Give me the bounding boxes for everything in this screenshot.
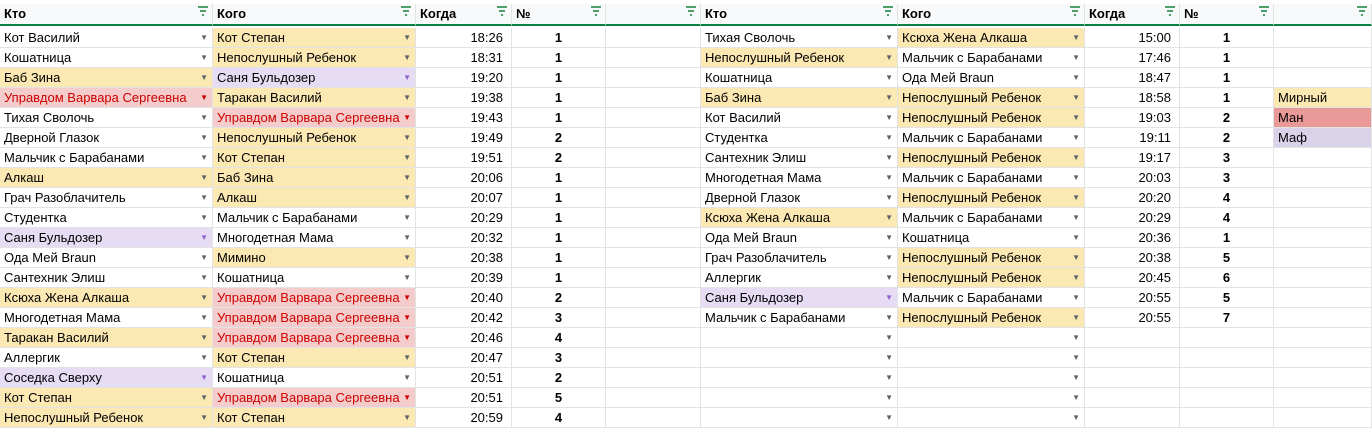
empty-cell[interactable] bbox=[1274, 248, 1372, 268]
header-cell-who[interactable]: Кто bbox=[701, 4, 898, 26]
legend-label: Ман bbox=[1278, 110, 1304, 125]
empty-cell[interactable] bbox=[606, 388, 701, 408]
header-label: Кого bbox=[902, 6, 932, 21]
empty-cell[interactable] bbox=[1274, 268, 1372, 288]
gap-row bbox=[0, 228, 1372, 248]
header-label: Когда bbox=[420, 6, 457, 21]
empty-cell[interactable] bbox=[1274, 28, 1372, 48]
empty-cell[interactable] bbox=[606, 228, 701, 248]
filter-icon[interactable] bbox=[883, 4, 893, 24]
empty-cell[interactable] bbox=[1274, 288, 1372, 308]
gap-row bbox=[0, 48, 1372, 68]
empty-cell[interactable] bbox=[1274, 328, 1372, 348]
filter-icon[interactable] bbox=[198, 4, 208, 24]
header-cell-num[interactable]: № bbox=[1180, 4, 1274, 26]
empty-cell[interactable] bbox=[1274, 68, 1372, 88]
header-cell-when[interactable]: Когда bbox=[1085, 4, 1180, 26]
empty-cell[interactable] bbox=[1274, 388, 1372, 408]
gap-row bbox=[0, 308, 1372, 328]
empty-cell[interactable] bbox=[606, 268, 701, 288]
gap-row bbox=[0, 388, 1372, 408]
gap-row bbox=[0, 408, 1372, 428]
empty-cell[interactable] bbox=[1274, 148, 1372, 168]
legend-item: Мирный bbox=[1274, 88, 1372, 108]
spreadsheet: Кто Кого Когда № Кто Кого Когда № Кот Василий ▼ Ко… bbox=[0, 0, 1372, 432]
gap-row: Ман bbox=[0, 108, 1372, 128]
empty-cell[interactable] bbox=[606, 88, 701, 108]
gap-row bbox=[0, 328, 1372, 348]
empty-cell[interactable] bbox=[606, 108, 701, 128]
empty-cell[interactable] bbox=[1274, 48, 1372, 68]
header-label: Кого bbox=[217, 6, 247, 21]
header-cell-when[interactable]: Когда bbox=[416, 4, 512, 26]
empty-cell[interactable] bbox=[606, 48, 701, 68]
empty-cell[interactable] bbox=[1274, 168, 1372, 188]
header-row: Кто Кого Когда № Кто Кого Когда № bbox=[0, 4, 1372, 26]
empty-cell[interactable] bbox=[606, 68, 701, 88]
header-cell-num[interactable]: № bbox=[512, 4, 606, 26]
gap-row bbox=[0, 28, 1372, 48]
gap-row bbox=[0, 348, 1372, 368]
legend-label: Мирный bbox=[1278, 90, 1328, 105]
empty-cell[interactable] bbox=[606, 288, 701, 308]
filter-icon[interactable] bbox=[401, 4, 411, 24]
empty-cell[interactable] bbox=[606, 408, 701, 428]
filter-icon[interactable] bbox=[591, 4, 601, 24]
legend-item: Маф bbox=[1274, 128, 1372, 148]
header-label: № bbox=[1184, 6, 1199, 21]
gap-row bbox=[0, 208, 1372, 228]
empty-cell[interactable] bbox=[1274, 368, 1372, 388]
empty-cell[interactable] bbox=[606, 348, 701, 368]
legend-label: Маф bbox=[1278, 130, 1307, 145]
filter-icon[interactable] bbox=[1357, 4, 1367, 24]
header-cell-who[interactable]: Кто bbox=[0, 4, 213, 26]
gap-row bbox=[0, 148, 1372, 168]
filter-icon[interactable] bbox=[497, 4, 507, 24]
empty-cell[interactable] bbox=[606, 128, 701, 148]
empty-cell[interactable] bbox=[606, 148, 701, 168]
header-cell-blank[interactable] bbox=[606, 4, 701, 26]
gap-row bbox=[0, 168, 1372, 188]
gap-row bbox=[0, 188, 1372, 208]
empty-cell[interactable] bbox=[1274, 408, 1372, 428]
empty-cell[interactable] bbox=[606, 168, 701, 188]
empty-cell[interactable] bbox=[1274, 308, 1372, 328]
gap-row: Маф bbox=[0, 128, 1372, 148]
header-label: № bbox=[516, 6, 531, 21]
filter-icon[interactable] bbox=[686, 4, 696, 24]
header-label: Кто bbox=[705, 6, 728, 21]
header-cell-whom[interactable]: Кого bbox=[213, 4, 416, 26]
empty-cell[interactable] bbox=[1274, 348, 1372, 368]
empty-cell[interactable] bbox=[606, 308, 701, 328]
empty-cell[interactable] bbox=[1274, 188, 1372, 208]
empty-cell[interactable] bbox=[606, 328, 701, 348]
filter-icon[interactable] bbox=[1259, 4, 1269, 24]
header-cell-blank[interactable] bbox=[1274, 4, 1372, 26]
header-cell-whom[interactable]: Кого bbox=[898, 4, 1085, 26]
gap-row bbox=[0, 68, 1372, 88]
empty-cell[interactable] bbox=[1274, 208, 1372, 228]
empty-cell[interactable] bbox=[606, 188, 701, 208]
gap-row bbox=[0, 268, 1372, 288]
empty-cell[interactable] bbox=[606, 208, 701, 228]
gap-row bbox=[0, 248, 1372, 268]
empty-cell[interactable] bbox=[1274, 228, 1372, 248]
empty-cell[interactable] bbox=[606, 248, 701, 268]
header-label: Кто bbox=[4, 6, 27, 21]
filter-icon[interactable] bbox=[1165, 4, 1175, 24]
gap-row bbox=[0, 368, 1372, 388]
gap-row: Мирный bbox=[0, 88, 1372, 108]
empty-cell[interactable] bbox=[606, 28, 701, 48]
header-label: Когда bbox=[1089, 6, 1126, 21]
gap-row bbox=[0, 288, 1372, 308]
legend-item: Ман bbox=[1274, 108, 1372, 128]
empty-cell[interactable] bbox=[606, 368, 701, 388]
filter-icon[interactable] bbox=[1070, 4, 1080, 24]
